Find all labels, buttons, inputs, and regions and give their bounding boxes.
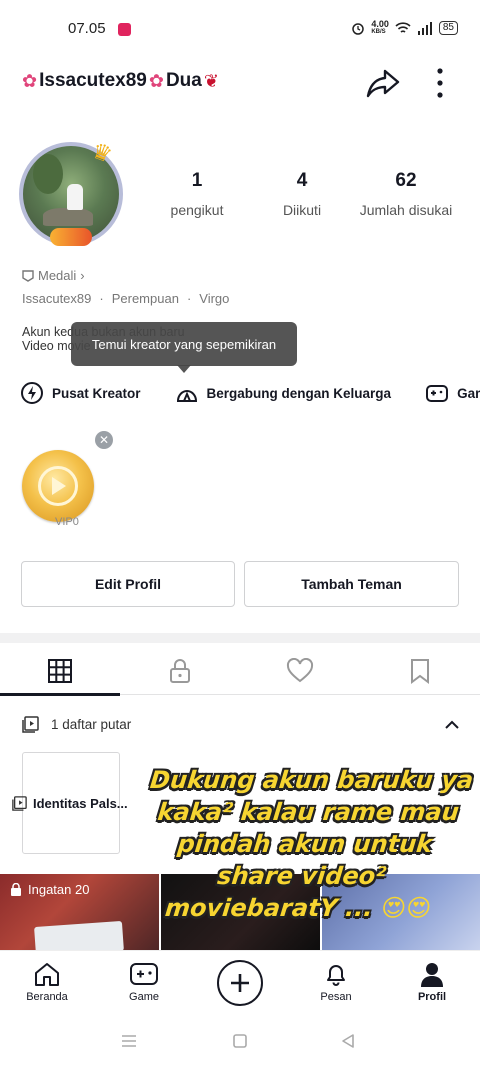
- lightning-icon: [21, 382, 43, 404]
- bottom-navigation: Beranda Game Pesan Profil: [0, 950, 480, 1016]
- nav-profile[interactable]: Profil: [392, 961, 472, 1003]
- following-label: Diikuti: [282, 202, 322, 218]
- header-username: Issacutex89: [39, 70, 147, 91]
- lock-icon: [170, 659, 190, 683]
- following-count: 4: [296, 170, 308, 191]
- gamepad-icon: [130, 963, 158, 985]
- nav-messages-label: Pesan: [320, 991, 352, 1003]
- person-icon: [421, 963, 443, 987]
- net-speed-unit: KB/S: [371, 29, 386, 35]
- heart-icon: [286, 658, 314, 683]
- edit-profile-button[interactable]: Edit Profil: [21, 561, 235, 607]
- game-shortcut-button[interactable]: Game: [425, 380, 480, 406]
- gamepad-icon: [426, 385, 449, 402]
- bookmark-icon: [411, 659, 429, 684]
- avatar-frame-badge: [50, 228, 92, 246]
- lock-icon: [11, 883, 21, 896]
- more-options-button[interactable]: [428, 64, 452, 102]
- wifi-icon: [395, 21, 411, 33]
- header-title-suffix: Dua: [165, 70, 202, 91]
- back-icon[interactable]: [340, 1033, 356, 1049]
- chevron-right-icon: ›: [80, 268, 85, 283]
- creator-tooltip[interactable]: Temui kreator yang sepemikiran: [71, 322, 297, 366]
- tab-videos[interactable]: [0, 647, 120, 695]
- vip-badge[interactable]: [22, 450, 94, 522]
- share-icon: [366, 69, 400, 98]
- status-icons: 4.00 KB/S 85: [351, 20, 458, 36]
- collapse-playlist-button[interactable]: [443, 716, 461, 734]
- thumbnail-label: Ingatan 20: [10, 882, 89, 897]
- signal-icon: [417, 21, 432, 35]
- game-shortcut-label: Game: [457, 385, 480, 401]
- tab-liked[interactable]: [240, 647, 360, 695]
- recent-apps-icon[interactable]: [120, 1034, 138, 1048]
- likes-stat[interactable]: 62 Jumlah disukai: [356, 170, 456, 218]
- followers-stat[interactable]: 1 pengikut: [166, 170, 228, 218]
- nav-game-label: Game: [129, 991, 159, 1003]
- playlist-card-name: Identitas Pals...: [33, 796, 128, 811]
- caption-emoji: 😍😍: [379, 894, 433, 922]
- flower-icon: ✿: [148, 70, 164, 91]
- profile-tabs: [0, 647, 480, 695]
- join-family-label: Bergabung dengan Keluarga: [206, 385, 392, 401]
- medal-link[interactable]: Medali ›: [22, 268, 85, 283]
- creator-center-label: Pusat Kreator: [52, 385, 141, 401]
- system-navigation-bar: [0, 1016, 480, 1066]
- share-profile-button[interactable]: [364, 64, 402, 102]
- followers-count: 1: [191, 170, 203, 191]
- profile-title: ✿ Issacutex89 ✿ Dua ❦: [22, 70, 219, 92]
- bell-icon: [327, 965, 345, 986]
- family-tent-icon: [176, 390, 197, 402]
- likes-label: Jumlah disukai: [359, 202, 453, 218]
- active-tab-indicator: [0, 693, 120, 696]
- more-vertical-icon: [437, 68, 443, 98]
- close-icon[interactable]: ✕: [95, 431, 113, 449]
- chevron-up-icon: [445, 720, 459, 729]
- profile-handle: Issacutex89: [22, 291, 92, 306]
- overlay-caption: Dukung akun baruku ya kaka² kalau rame m…: [132, 764, 479, 924]
- add-friend-button[interactable]: Tambah Teman: [244, 561, 459, 607]
- battery-indicator: 85: [438, 21, 458, 35]
- thumbnail-title: Ingatan 20: [28, 882, 90, 897]
- medal-icon: [22, 269, 34, 282]
- status-bar: 07.05 4.00 KB/S 85: [0, 0, 480, 60]
- tab-saved[interactable]: [360, 647, 480, 695]
- likes-count: 62: [395, 170, 417, 191]
- rose-icon: ❦: [203, 70, 219, 91]
- nav-profile-label: Profil: [417, 991, 447, 1003]
- quick-actions-row: Pusat Kreator Bergabung dengan Keluarga …: [20, 380, 480, 406]
- playlist-card-title[interactable]: Identitas Pals...: [12, 796, 128, 811]
- create-button[interactable]: [217, 960, 263, 1006]
- playlist-count: 1 daftar putar: [51, 717, 132, 732]
- join-family-button[interactable]: Bergabung dengan Keluarga: [175, 380, 392, 406]
- playlist-icon: [22, 716, 39, 733]
- profile-meta: Issacutex89 · Perempuan · Virgo: [22, 291, 230, 306]
- alarm-icon: [352, 23, 365, 35]
- flower-icon: ✿: [22, 70, 38, 91]
- status-time: 07.05: [68, 20, 106, 37]
- nav-home-label: Beranda: [26, 991, 68, 1003]
- playlist-header[interactable]: 1 daftar putar: [22, 716, 131, 733]
- playlist-icon: [12, 796, 27, 811]
- medal-label: Medali: [38, 268, 77, 283]
- following-stat[interactable]: 4 Diikuti: [272, 170, 332, 218]
- plus-icon: [231, 974, 249, 992]
- notification-icon: [118, 23, 131, 36]
- nav-game[interactable]: Game: [104, 961, 184, 1003]
- tooltip-arrow: [177, 365, 191, 373]
- nav-home[interactable]: Beranda: [7, 961, 87, 1003]
- section-divider: [0, 633, 480, 643]
- grid-icon: [48, 659, 72, 683]
- nav-messages[interactable]: Pesan: [296, 961, 376, 1003]
- followers-label: pengikut: [170, 202, 224, 218]
- home-icon: [35, 963, 59, 986]
- profile-gender: Perempuan: [111, 291, 179, 306]
- vip-label: VIP0: [55, 516, 79, 528]
- profile-zodiac: Virgo: [199, 291, 230, 306]
- tab-private[interactable]: [120, 647, 240, 695]
- creator-center-button[interactable]: Pusat Kreator: [20, 380, 141, 406]
- net-speed: 4.00: [371, 19, 389, 29]
- home-button-icon[interactable]: [232, 1033, 248, 1049]
